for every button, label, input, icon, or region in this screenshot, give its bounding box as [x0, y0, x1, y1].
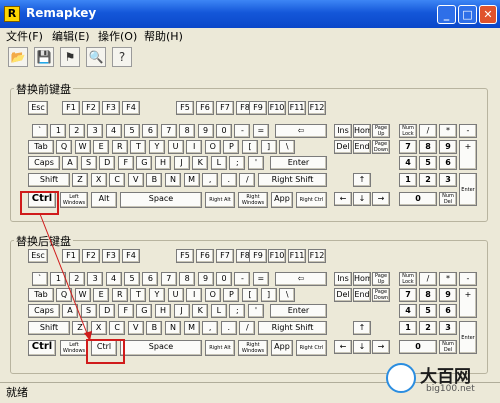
logo-url: big100.net — [426, 384, 475, 394]
watermark-logo: 大百网 big100.net — [386, 360, 494, 400]
logo-mark-icon — [386, 363, 416, 393]
remap-arrow — [39, 213, 92, 342]
status-text: 就绪 — [6, 386, 28, 399]
